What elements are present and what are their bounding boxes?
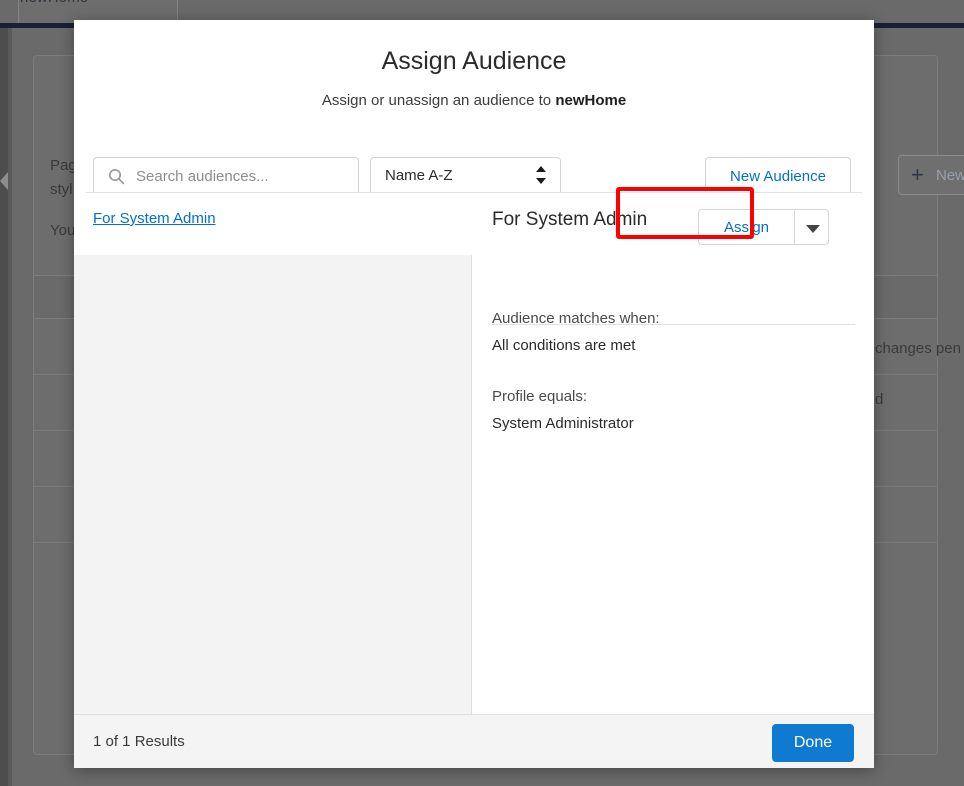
sidebar-item-for-system-admin[interactable]: For System Admin [93,210,216,227]
loading-spinner-icon [184,0,211,9]
background-row-text-2: d [875,391,884,408]
sort-select[interactable]: Name A-Z [370,157,561,195]
results-count: 1 of 1 Results [93,733,185,750]
match-condition-value: All conditions are met [492,337,636,354]
assign-split-button: Assign [698,209,829,245]
sort-select-value: Name A-Z [385,167,453,184]
modal-body: For System Admin For System Admin Assign… [74,193,874,714]
close-icon[interactable]: ✕ [855,20,874,23]
background-text-line-3: You [50,222,76,239]
modal-toolbar: Name A-Z New Audience [74,117,874,195]
assign-dropdown-button[interactable] [794,209,829,245]
search-box[interactable] [93,157,359,195]
search-input[interactable] [134,158,352,194]
profile-condition-value: System Administrator [492,415,634,432]
plus-icon: + [911,162,924,187]
background-left-rail [0,28,8,786]
modal-subtitle-target: newHome [555,92,627,109]
background-row-text-1: changes pen [875,340,961,357]
sort-stepper-icon [536,165,548,189]
detail-title: For System Admin [492,209,648,230]
search-icon [108,168,125,185]
chevron-down-icon [806,225,820,233]
background-text-line-2: styl [50,181,73,198]
background-left-rail-inner [8,28,12,786]
browser-tab-label: newHome [20,0,88,6]
modal-footer: 1 of 1 Results Done [74,714,874,768]
background-new-button[interactable]: + New [898,155,964,195]
modal-header: Assign Audience Assign or unassign an au… [74,20,874,117]
audience-list-pane: For System Admin [74,193,472,714]
page-title: Assign Audience [381,47,567,75]
assign-audience-modal: Assign Audience Assign or unassign an au… [74,20,874,768]
new-audience-button[interactable]: New Audience [705,157,851,195]
modal-subtitle-prefix: Assign or unassign an audience to [321,92,556,109]
modal-subtitle: Assign or unassign an audience to newHom… [74,92,874,109]
collapse-panel-arrow-icon[interactable] [0,172,8,190]
done-button[interactable]: Done [772,724,854,762]
profile-condition-label: Profile equals: [492,388,588,405]
background-new-button-label: New [936,167,964,184]
detail-divider [492,324,855,325]
assign-button[interactable]: Assign [698,209,794,245]
background-text-line-1: Pag [50,157,77,174]
audience-detail-pane: For System Admin Assign Audience matches… [473,193,874,714]
list-item[interactable]: For System Admin [74,193,472,255]
